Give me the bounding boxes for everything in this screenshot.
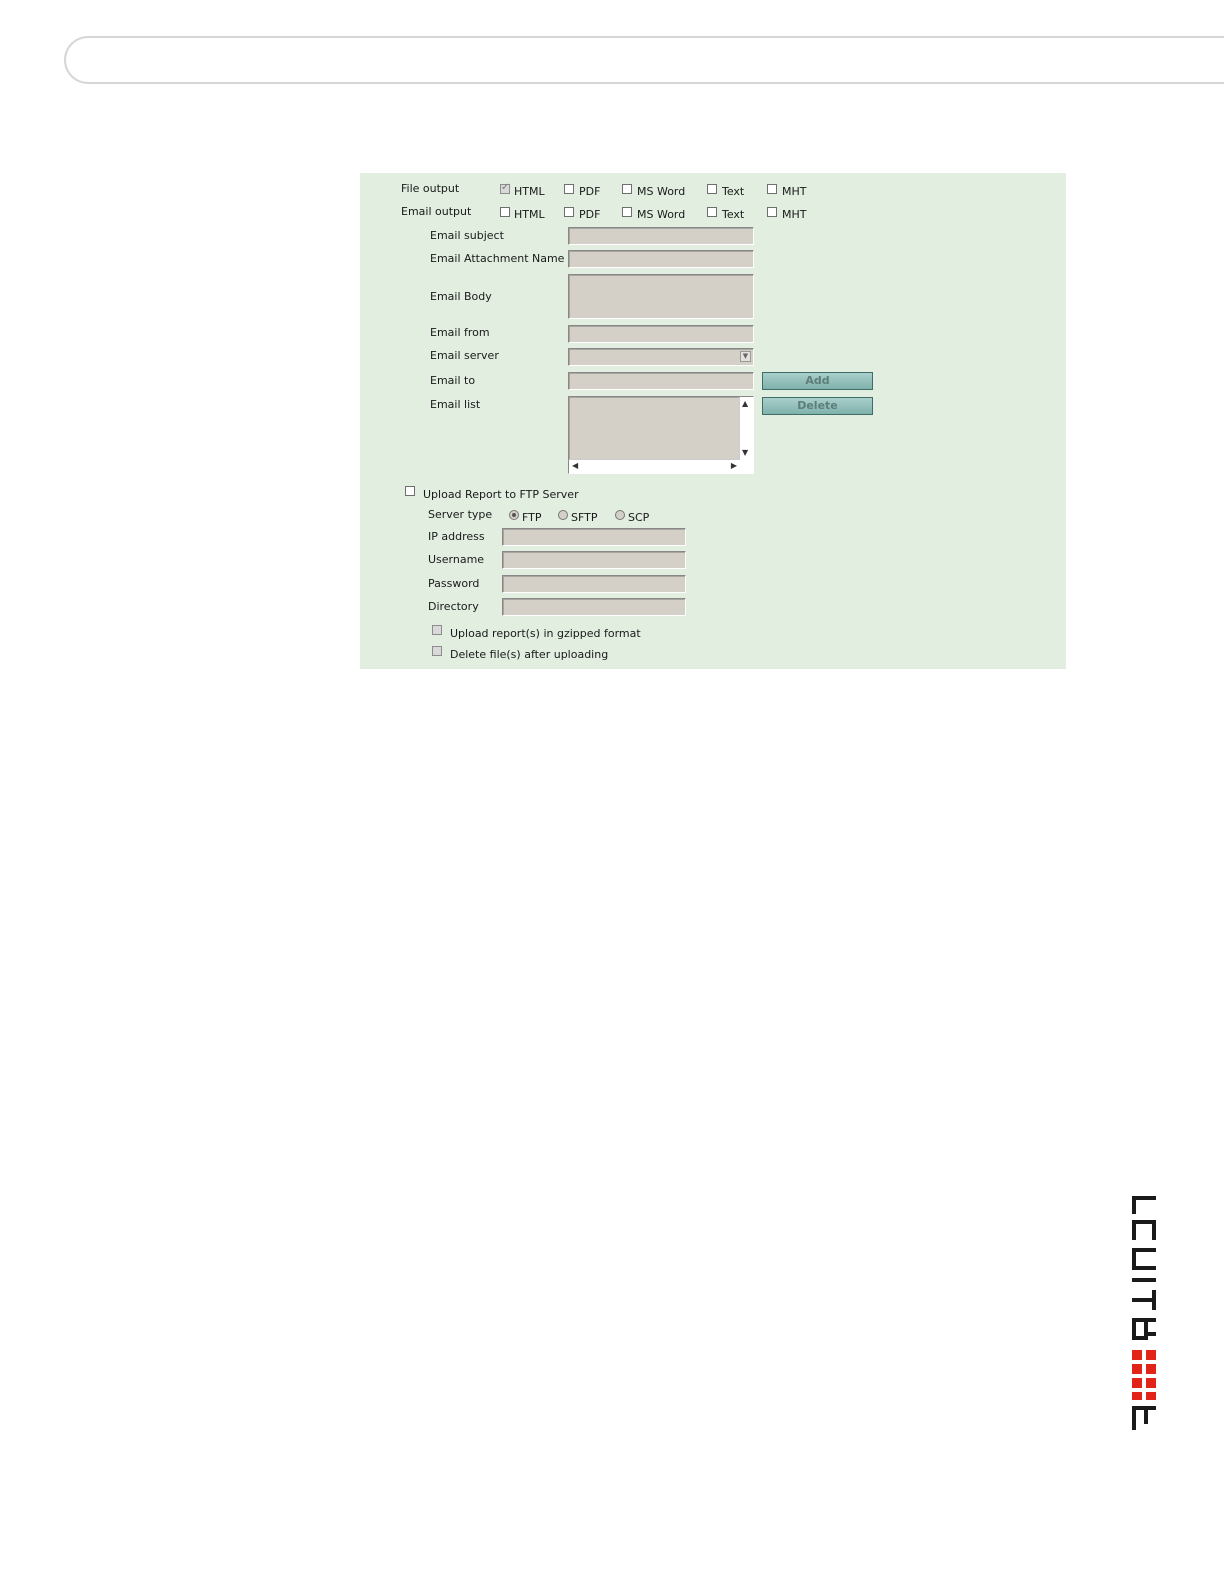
email-list-horizontal-scrollbar[interactable]: ◀ ▶	[569, 459, 740, 473]
upload-ftp-label: Upload Report to FTP Server	[423, 488, 579, 501]
page-header-bar	[64, 36, 1224, 84]
logo-part	[1132, 1392, 1142, 1400]
logo-part	[1146, 1364, 1156, 1374]
logo-o-grid	[1132, 1350, 1156, 1400]
password-input[interactable]	[502, 575, 686, 593]
email-list-label: Email list	[430, 398, 481, 411]
server-type-ftp-label: FTP	[522, 511, 542, 524]
email-output-msword-checkbox[interactable]	[622, 207, 632, 217]
logo-part	[1132, 1336, 1148, 1340]
scroll-left-icon[interactable]: ◀	[572, 462, 578, 470]
email-attachment-name-label: Email Attachment Name	[430, 252, 565, 265]
file-output-pdf-label: PDF	[579, 185, 601, 198]
email-subject-input[interactable]	[568, 227, 754, 245]
email-server-select[interactable]: ▼	[568, 348, 754, 366]
file-output-text-checkbox[interactable]	[707, 184, 717, 194]
file-output-pdf-checkbox[interactable]	[564, 184, 574, 194]
add-email-button[interactable]: Add	[762, 372, 873, 390]
server-type-scp-radio[interactable]	[615, 510, 625, 520]
scroll-right-icon[interactable]: ▶	[731, 462, 737, 470]
logo-part	[1132, 1196, 1136, 1214]
chevron-down-icon[interactable]: ▼	[740, 351, 751, 362]
email-output-pdf-checkbox[interactable]	[564, 207, 574, 217]
email-output-html-label: HTML	[514, 208, 545, 221]
email-output-mht-checkbox[interactable]	[767, 207, 777, 217]
server-type-label: Server type	[428, 508, 493, 521]
logo-part	[1146, 1350, 1156, 1360]
logo-part	[1148, 1332, 1156, 1336]
email-from-input[interactable]	[568, 325, 754, 343]
file-output-mht-checkbox[interactable]	[767, 184, 777, 194]
email-output-text-label: Text	[722, 208, 745, 221]
file-output-html-checkbox[interactable]	[500, 182, 510, 194]
file-output-text-label: Text	[722, 185, 745, 198]
scrollbar-corner	[740, 460, 753, 473]
file-output-msword-label: MS Word	[637, 185, 686, 198]
logo-part	[1144, 1408, 1148, 1424]
logo-part	[1132, 1298, 1156, 1302]
ip-address-input[interactable]	[502, 528, 686, 546]
report-output-panel: File output HTML PDF MS Word Text MHT Em…	[360, 173, 1066, 669]
email-output-pdf-label: PDF	[579, 208, 601, 221]
upload-ftp-checkbox[interactable]	[405, 486, 415, 496]
email-output-mht-label: MHT	[782, 208, 807, 221]
logo-part	[1132, 1278, 1156, 1282]
server-type-ftp-radio[interactable]	[509, 510, 519, 520]
email-body-textarea[interactable]	[568, 274, 754, 319]
email-body-label: Email Body	[430, 290, 492, 303]
password-label: Password	[428, 577, 480, 590]
logo-part	[1132, 1248, 1136, 1270]
email-list-box[interactable]: ▲ ▼ ◀ ▶	[568, 396, 754, 474]
logo-part	[1152, 1220, 1156, 1240]
server-type-sftp-radio[interactable]	[558, 510, 568, 520]
logo-part	[1146, 1392, 1156, 1400]
file-output-html-label: HTML	[514, 185, 545, 198]
file-output-label: File output	[401, 182, 460, 195]
email-from-label: Email from	[430, 326, 490, 339]
upload-gzipped-checkbox[interactable]	[432, 625, 442, 635]
username-input[interactable]	[502, 551, 686, 569]
logo-part	[1132, 1364, 1142, 1374]
email-list-vertical-scrollbar[interactable]: ▲ ▼	[739, 397, 753, 460]
upload-gzipped-label: Upload report(s) in gzipped format	[450, 627, 641, 640]
logo-part	[1146, 1378, 1156, 1388]
directory-input[interactable]	[502, 598, 686, 616]
logo-part	[1132, 1228, 1136, 1232]
email-to-label: Email to	[430, 374, 476, 387]
email-to-input[interactable]	[568, 372, 754, 390]
email-output-label: Email output	[401, 205, 472, 218]
logo-part	[1132, 1350, 1142, 1360]
scroll-down-icon[interactable]: ▼	[742, 449, 748, 457]
delete-email-button[interactable]: Delete	[762, 397, 873, 415]
email-server-label: Email server	[430, 349, 499, 362]
ip-address-label: IP address	[428, 530, 485, 543]
username-label: Username	[428, 553, 485, 566]
server-type-sftp-label: SFTP	[571, 511, 598, 524]
delete-after-upload-label: Delete file(s) after uploading	[450, 648, 609, 661]
file-output-mht-label: MHT	[782, 185, 807, 198]
file-output-msword-checkbox[interactable]	[622, 184, 632, 194]
email-output-text-checkbox[interactable]	[707, 207, 717, 217]
fortinet-logo-icon	[1132, 1196, 1156, 1430]
scroll-up-icon[interactable]: ▲	[742, 400, 748, 408]
email-attachment-name-input[interactable]	[568, 250, 754, 268]
delete-after-upload-checkbox[interactable]	[432, 646, 442, 656]
logo-part	[1132, 1378, 1142, 1388]
directory-label: Directory	[428, 600, 479, 613]
email-output-html-checkbox[interactable]	[500, 207, 510, 217]
email-output-msword-label: MS Word	[637, 208, 686, 221]
email-subject-label: Email subject	[430, 229, 504, 242]
server-type-scp-label: SCP	[628, 511, 650, 524]
logo-part	[1132, 1408, 1136, 1430]
